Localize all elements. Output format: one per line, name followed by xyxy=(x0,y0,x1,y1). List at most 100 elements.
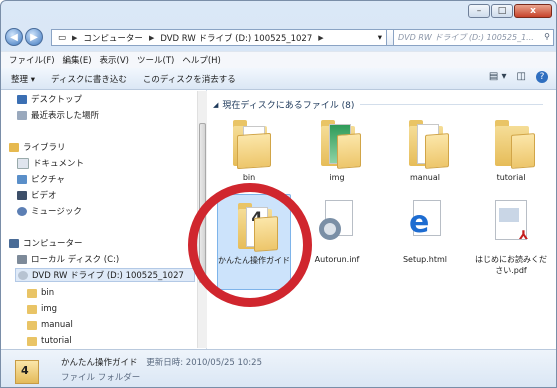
folder-icon xyxy=(489,116,535,169)
chevron-right-icon: ▶ xyxy=(318,33,324,42)
internet-explorer-icon: e xyxy=(403,198,447,250)
file-name: manual xyxy=(410,173,440,182)
pictures-icon xyxy=(17,174,27,184)
forward-button[interactable]: ▶ xyxy=(25,28,43,46)
preview-pane-icon[interactable]: ◫ xyxy=(517,71,526,83)
folder-icon xyxy=(27,288,37,298)
nav-item-folder-bin[interactable]: bin xyxy=(27,286,54,300)
details-pane: 4 かんたん操作ガイド 更新日時: 2010/05/25 10:25 ファイル … xyxy=(1,349,556,387)
nav-label: DVD RW ドライブ (D:) 100525_1027 xyxy=(32,271,184,281)
nav-item-music[interactable]: ミュージック xyxy=(17,204,82,218)
caption-buttons: – □ x xyxy=(467,4,552,18)
nav-label: ミュージック xyxy=(31,207,82,217)
nav-label: コンピューター xyxy=(23,239,83,249)
details-type: ファイル フォルダー xyxy=(61,373,141,383)
menu-tools[interactable]: ツール(T) xyxy=(137,54,174,66)
navigation-pane: デスクトップ 最近表示した場所 ライブラリ ドキュメント ピクチャ ビデオ ミュ… xyxy=(1,90,207,349)
explorer-window: – □ x ◀ ▶ ▭ ▶ コンピューター ▶ DVD RW ドライブ (D:)… xyxy=(0,0,557,388)
search-icon[interactable]: ⚲ xyxy=(544,32,550,41)
menu-help[interactable]: ヘルプ(H) xyxy=(182,54,221,66)
chevron-right-icon: ▶ xyxy=(72,33,78,42)
nav-label: ビデオ xyxy=(31,191,57,201)
address-dropdown-icon[interactable]: ▾ xyxy=(378,33,382,43)
nav-item-local-disk[interactable]: ローカル ディスク (C:) xyxy=(17,252,119,266)
search-input[interactable]: DVD RW ドライブ (D:) 100525_1... ⚲ xyxy=(393,29,554,46)
folder-icon xyxy=(27,320,37,330)
file-name: はじめにお読みください.pdf xyxy=(475,255,547,275)
nav-item-recent[interactable]: 最近表示した場所 xyxy=(17,108,99,122)
nav-item-folder-tutorial[interactable]: tutorial xyxy=(27,334,72,348)
computer-icon xyxy=(9,238,19,248)
nav-item-computer[interactable]: コンピューター xyxy=(9,236,83,250)
collapse-icon[interactable]: ◢ xyxy=(213,101,218,109)
folder-icon xyxy=(403,116,449,169)
nav-label: manual xyxy=(41,320,73,330)
file-name: Setup.html xyxy=(402,255,448,264)
burn-button[interactable]: ディスクに書き込む xyxy=(51,73,127,85)
nav-label: tutorial xyxy=(41,336,72,346)
library-icon xyxy=(9,142,19,152)
nav-item-folder-img[interactable]: img xyxy=(27,302,57,316)
menu-edit[interactable]: 編集(E) xyxy=(63,54,92,66)
nav-item-pictures[interactable]: ピクチャ xyxy=(17,172,65,186)
file-name: bin xyxy=(242,173,256,182)
breadcrumb-computer[interactable]: コンピューター xyxy=(83,32,143,44)
back-button[interactable]: ◀ xyxy=(5,28,23,46)
nav-item-videos[interactable]: ビデオ xyxy=(17,188,57,202)
documents-icon xyxy=(17,157,29,169)
file-tile-img[interactable]: img xyxy=(301,112,373,202)
close-button[interactable]: x xyxy=(514,4,552,18)
pdf-file-icon: ⅄ xyxy=(489,198,533,250)
chevron-right-icon: ▶ xyxy=(148,33,155,42)
folder-icon xyxy=(315,116,361,169)
help-icon[interactable]: ? xyxy=(536,71,548,83)
menu-bar: ファイル(F) 編集(E) 表示(V) ツール(T) ヘルプ(H) xyxy=(1,51,556,68)
folder-icon xyxy=(227,116,271,170)
drive-icon: ▭ xyxy=(58,32,67,43)
details-modified: 更新日時: 2010/05/25 10:25 xyxy=(146,358,262,368)
nav-label: ローカル ディスク (C:) xyxy=(31,255,120,265)
group-header[interactable]: ◢ 現在ディスクにあるファイル (8) xyxy=(213,98,543,111)
file-tile-setup-html[interactable]: e Setup.html xyxy=(389,194,461,284)
nav-label: ピクチャ xyxy=(31,175,65,185)
nav-item-folder-manual[interactable]: manual xyxy=(27,318,73,332)
nav-item-dvd-drive[interactable]: DVD RW ドライブ (D:) 100525_1027 xyxy=(15,268,195,282)
nav-item-libraries[interactable]: ライブラリ xyxy=(9,140,66,154)
organize-button[interactable]: 整理 ▾ xyxy=(11,73,35,85)
hard-disk-icon xyxy=(17,254,27,264)
breadcrumb-dvd[interactable]: DVD RW ドライブ (D:) 100525_1027 xyxy=(160,32,312,44)
file-name: Autorun.inf xyxy=(314,255,360,264)
folder-icon: 4 xyxy=(15,356,39,384)
nav-label: デスクトップ xyxy=(31,95,83,105)
minimize-button[interactable]: – xyxy=(468,4,490,18)
menu-view[interactable]: 表示(V) xyxy=(100,54,129,66)
recent-places-icon xyxy=(17,110,27,120)
details-name: かんたん操作ガイド xyxy=(61,358,138,368)
view-options-icon[interactable]: ▤ ▾ xyxy=(489,71,507,83)
maximize-button[interactable]: □ xyxy=(491,4,513,18)
file-tile-tutorial[interactable]: tutorial xyxy=(475,112,547,202)
group-header-label: 現在ディスクにあるファイル (8) xyxy=(222,101,355,111)
nav-item-desktop[interactable]: デスクトップ xyxy=(17,92,82,106)
address-bar[interactable]: ▭ ▶ コンピューター ▶ DVD RW ドライブ (D:) 100525_10… xyxy=(51,29,387,46)
nav-label: 最近表示した場所 xyxy=(31,111,100,121)
file-name: img xyxy=(329,173,345,182)
file-tile-readme-pdf[interactable]: ⅄ はじめにお読みください.pdf xyxy=(475,194,547,284)
nav-label: img xyxy=(41,304,58,314)
erase-button[interactable]: このディスクを消去する xyxy=(143,73,236,85)
address-row: ◀ ▶ ▭ ▶ コンピューター ▶ DVD RW ドライブ (D:) 10052… xyxy=(1,27,556,49)
nav-label: ドキュメント xyxy=(33,159,85,169)
nav-item-documents[interactable]: ドキュメント xyxy=(17,156,84,170)
dvd-drive-icon xyxy=(18,270,28,280)
nav-label: bin xyxy=(41,288,55,298)
details-title: かんたん操作ガイド 更新日時: 2010/05/25 10:25 xyxy=(61,356,262,368)
file-name: tutorial xyxy=(496,173,526,182)
file-tile-manual[interactable]: manual xyxy=(389,112,461,202)
desktop-icon xyxy=(17,94,27,104)
highlight-circle xyxy=(188,183,312,307)
command-bar: 整理 ▾ ディスクに書き込む このディスクを消去する ▤ ▾ ◫ ? xyxy=(1,68,556,90)
music-icon xyxy=(17,206,27,216)
nav-label: ライブラリ xyxy=(23,143,66,153)
menu-file[interactable]: ファイル(F) xyxy=(9,54,55,66)
folder-icon xyxy=(27,304,37,314)
